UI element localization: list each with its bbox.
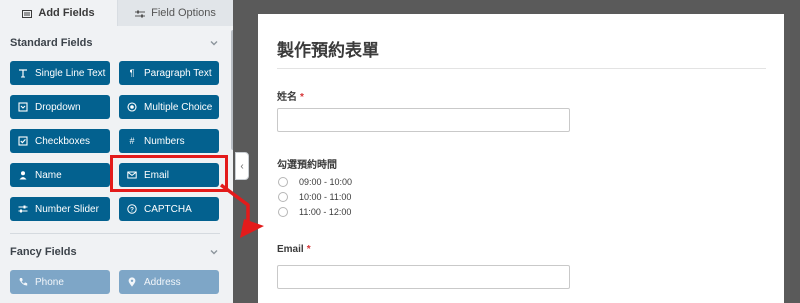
- tab-field-options[interactable]: Field Options: [118, 0, 233, 26]
- paragraph-text-button[interactable]: ¶ Paragraph Text: [119, 61, 219, 85]
- tab-field-options-label: Field Options: [151, 7, 216, 19]
- phone-icon: [18, 277, 28, 287]
- numbers-button[interactable]: # Numbers: [119, 129, 219, 153]
- checkbox-icon: [18, 136, 28, 146]
- user-icon: [18, 170, 28, 180]
- single-line-text-label: Single Line Text: [35, 67, 106, 79]
- fancy-fields-title: Fancy Fields: [10, 246, 77, 258]
- number-slider-button[interactable]: Number Slider: [10, 197, 110, 221]
- paragraph-text-label: Paragraph Text: [144, 67, 212, 79]
- hash-icon: #: [129, 136, 135, 146]
- list-icon: [22, 9, 33, 18]
- chevron-down-icon: [210, 41, 218, 46]
- phone-label: Phone: [35, 276, 64, 288]
- text-cursor-icon: [18, 68, 28, 78]
- email-input[interactable]: [277, 265, 570, 289]
- chevron-down-icon: [210, 250, 218, 255]
- time-field-label: 勾選預約時間: [277, 160, 337, 171]
- dropdown-label: Dropdown: [35, 101, 81, 113]
- chevron-left-icon: ‹: [240, 160, 244, 172]
- single-line-text-button[interactable]: Single Line Text: [10, 61, 110, 85]
- phone-button[interactable]: Phone: [10, 270, 110, 294]
- question-icon: ?: [127, 204, 137, 214]
- svg-text:?: ?: [130, 206, 134, 213]
- standard-fields-header[interactable]: Standard Fields: [10, 36, 220, 50]
- form-title: 製作預約表單: [277, 41, 379, 60]
- panel-tabs: Add Fields Field Options: [0, 0, 233, 26]
- number-slider-label: Number Slider: [35, 203, 99, 215]
- radio-button[interactable]: [278, 207, 288, 217]
- email-field-label: Email *: [277, 244, 311, 255]
- name-field-label-text: 姓名: [277, 92, 297, 103]
- required-asterisk: *: [300, 92, 304, 103]
- address-button[interactable]: Address: [119, 270, 219, 294]
- collapse-panel-toggle[interactable]: ‹: [235, 152, 249, 180]
- fancy-fields-header[interactable]: Fancy Fields: [10, 245, 220, 259]
- email-highlight-box: [110, 155, 228, 192]
- email-field-label-text: Email: [277, 244, 304, 255]
- time-option-1-label: 09:00 - 10:00: [299, 177, 353, 187]
- required-asterisk: *: [306, 244, 311, 255]
- name-input[interactable]: [277, 108, 570, 132]
- sliders-icon: [135, 9, 146, 18]
- radio-button[interactable]: [278, 177, 288, 187]
- numbers-label: Numbers: [144, 135, 185, 147]
- panel-scrollbar[interactable]: [231, 30, 233, 150]
- form-preview: 製作預約表單 姓名 * 勾選預約時間 09:00 - 10:00 10:00 - …: [258, 14, 784, 303]
- radio-button[interactable]: [278, 192, 288, 202]
- tab-add-fields-label: Add Fields: [38, 7, 95, 19]
- paragraph-icon: ¶: [129, 68, 135, 78]
- checkboxes-button[interactable]: Checkboxes: [10, 129, 110, 153]
- time-option-3[interactable]: 11:00 - 12:00: [278, 206, 351, 218]
- time-option-2-label: 10:00 - 11:00: [299, 192, 352, 202]
- slider-icon: [18, 204, 28, 214]
- time-option-2[interactable]: 10:00 - 11:00: [278, 191, 351, 203]
- captcha-button[interactable]: ? CAPTCHA: [119, 197, 219, 221]
- title-divider: [277, 68, 766, 69]
- address-label: Address: [144, 276, 181, 288]
- radio-icon: [127, 102, 137, 112]
- standard-fields-title: Standard Fields: [10, 37, 93, 49]
- name-field-label: 姓名 *: [277, 88, 304, 103]
- time-option-3-label: 11:00 - 12:00: [299, 207, 352, 217]
- captcha-label: CAPTCHA: [144, 203, 192, 215]
- multiple-choice-label: Multiple Choice: [144, 101, 213, 113]
- field-panel: Add Fields Field Options Standard Fields…: [0, 0, 233, 303]
- checkboxes-label: Checkboxes: [35, 135, 91, 147]
- name-button[interactable]: Name: [10, 163, 110, 187]
- name-label: Name: [35, 169, 62, 181]
- section-divider: [10, 233, 220, 234]
- map-pin-icon: [127, 277, 137, 287]
- tab-add-fields[interactable]: Add Fields: [0, 0, 118, 26]
- multiple-choice-button[interactable]: Multiple Choice: [119, 95, 219, 119]
- dropdown-button[interactable]: Dropdown: [10, 95, 110, 119]
- dropdown-icon: [18, 102, 28, 112]
- time-option-1[interactable]: 09:00 - 10:00: [278, 176, 352, 188]
